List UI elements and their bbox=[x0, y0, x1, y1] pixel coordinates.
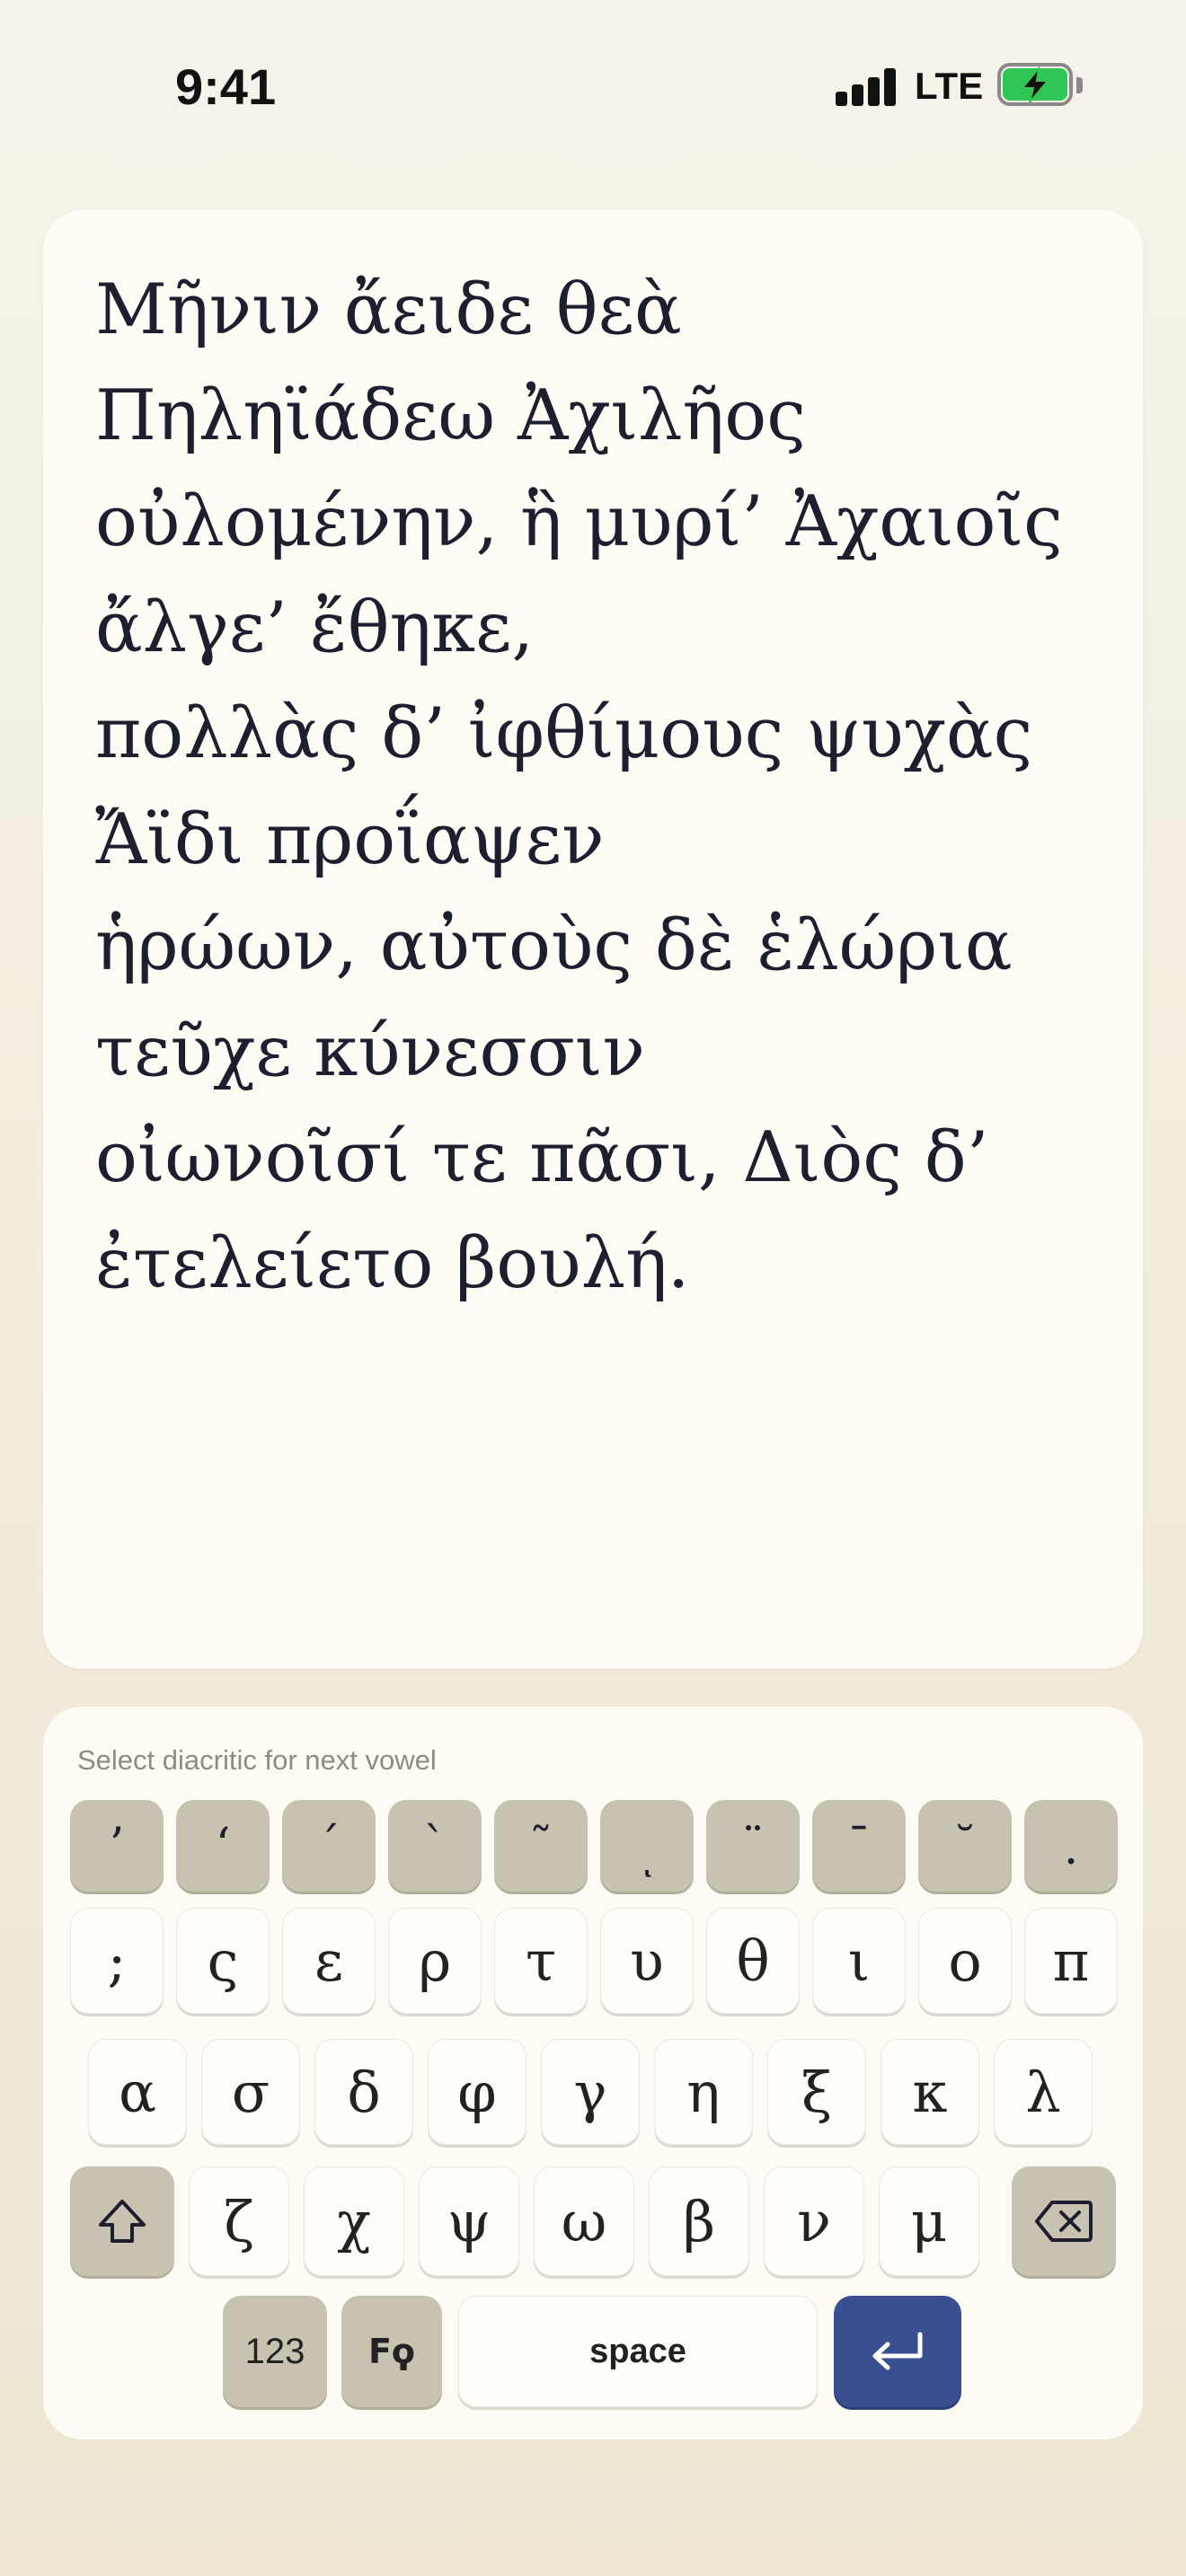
key-semicolon[interactable]: ; bbox=[70, 1908, 164, 2014]
key-omicron[interactable]: ο bbox=[918, 1908, 1012, 2014]
key-sigma[interactable]: σ bbox=[201, 2039, 300, 2145]
key-phi[interactable]: φ bbox=[428, 2039, 527, 2145]
status-bar: 9:41 LTE bbox=[0, 0, 1186, 171]
diacritic-key-dasia[interactable]: ‘ bbox=[176, 1800, 270, 1892]
key-eta[interactable]: η bbox=[654, 2039, 753, 2145]
key-tau[interactable]: τ bbox=[494, 1908, 588, 2014]
diacritic-key-diaeresis[interactable]: ¨ bbox=[706, 1800, 800, 1892]
text-line: οἰωνοῖσί τε πᾶσι, Διὸς δ’ bbox=[95, 1117, 989, 1198]
diacritic-key-circumflex[interactable]: ˜ bbox=[494, 1800, 588, 1892]
greek-text[interactable]: Μῆνιν ἄειδε θεὰ Πηληϊάδεω Ἀχιλῆος οὐλομέ… bbox=[95, 257, 1107, 1317]
key-iota[interactable]: ι bbox=[812, 1908, 906, 2014]
key-theta[interactable]: θ bbox=[706, 1908, 800, 2014]
diacritic-key-dot[interactable]: . bbox=[1024, 1800, 1118, 1892]
text-editor-panel[interactable]: Μῆνιν ἄειδε θεὰ Πηληϊάδεω Ἀχιλῆος οὐλομέ… bbox=[43, 210, 1143, 1669]
backspace-icon bbox=[1035, 2201, 1093, 2242]
status-time: 9:41 bbox=[175, 58, 277, 115]
key-psi[interactable]: ψ bbox=[419, 2166, 519, 2276]
text-line: ἐτελείετο βουλή. bbox=[95, 1223, 690, 1304]
key-rho[interactable]: ρ bbox=[388, 1908, 482, 2014]
key-upsilon[interactable]: υ bbox=[600, 1908, 694, 2014]
key-mu[interactable]: μ bbox=[879, 2166, 979, 2276]
return-icon bbox=[872, 2332, 923, 2370]
text-line: τεῦχε κύνεσσιν bbox=[95, 1011, 645, 1092]
diacritic-hint: Select diacritic for next vowel bbox=[77, 1744, 437, 1776]
greek-keyboard: Select diacritic for next vowel ’ ‘ ´ ` … bbox=[43, 1707, 1143, 2439]
network-type: LTE bbox=[915, 65, 984, 107]
key-chi[interactable]: χ bbox=[304, 2166, 404, 2276]
diacritic-key-grave[interactable]: ` bbox=[388, 1800, 482, 1892]
return-key[interactable] bbox=[834, 2296, 961, 2407]
key-epsilon[interactable]: ε bbox=[282, 1908, 376, 2014]
space-bar[interactable]: space bbox=[458, 2296, 818, 2407]
cellular-signal-icon bbox=[836, 66, 898, 106]
key-lambda[interactable]: λ bbox=[994, 2039, 1093, 2145]
key-pi[interactable]: π bbox=[1024, 1908, 1118, 2014]
key-alpha[interactable]: α bbox=[88, 2039, 187, 2145]
text-line: Μῆνιν ἄειδε θεὰ bbox=[95, 269, 682, 350]
key-delta[interactable]: δ bbox=[314, 2039, 413, 2145]
key-beta[interactable]: β bbox=[649, 2166, 749, 2276]
text-line: ἄλγε’ ἔθηκε, bbox=[95, 587, 535, 668]
key-kappa[interactable]: κ bbox=[881, 2039, 979, 2145]
shift-icon bbox=[99, 2200, 146, 2243]
language-key[interactable]: Fϙ bbox=[341, 2296, 442, 2407]
key-final-sigma[interactable]: ς bbox=[176, 1908, 270, 2014]
text-line: πολλὰς δ’ ἰφθίμους ψυχὰς bbox=[95, 693, 1033, 774]
numbers-key[interactable]: 123 bbox=[223, 2296, 327, 2407]
text-line: ἡρώων, αὐτοὺς δὲ ἑλώρια bbox=[95, 905, 1013, 986]
diacritic-key-acute[interactable]: ´ bbox=[282, 1800, 376, 1892]
shift-key[interactable] bbox=[70, 2166, 174, 2276]
text-line: Ἄϊδι προΐαψεν bbox=[95, 799, 605, 880]
text-line: Πηληϊάδεω Ἀχιλῆος bbox=[95, 375, 806, 456]
battery-charging-icon bbox=[997, 63, 1084, 108]
diacritic-key-macron[interactable]: ¯ bbox=[812, 1800, 906, 1892]
key-omega[interactable]: ω bbox=[534, 2166, 634, 2276]
key-gamma[interactable]: γ bbox=[541, 2039, 640, 2145]
key-zeta[interactable]: ζ bbox=[189, 2166, 289, 2276]
delete-key[interactable] bbox=[1012, 2166, 1116, 2276]
key-nu[interactable]: ν bbox=[764, 2166, 864, 2276]
diacritic-key-psili[interactable]: ’ bbox=[70, 1800, 164, 1892]
diacritic-key-iota-subscript[interactable]: ͺ bbox=[600, 1800, 694, 1892]
text-line: οὐλομένην, ἣ μυρί’ Ἀχαιοῖς bbox=[95, 481, 1063, 562]
key-xi[interactable]: ξ bbox=[767, 2039, 866, 2145]
diacritic-key-breve[interactable]: ˘ bbox=[918, 1800, 1012, 1892]
